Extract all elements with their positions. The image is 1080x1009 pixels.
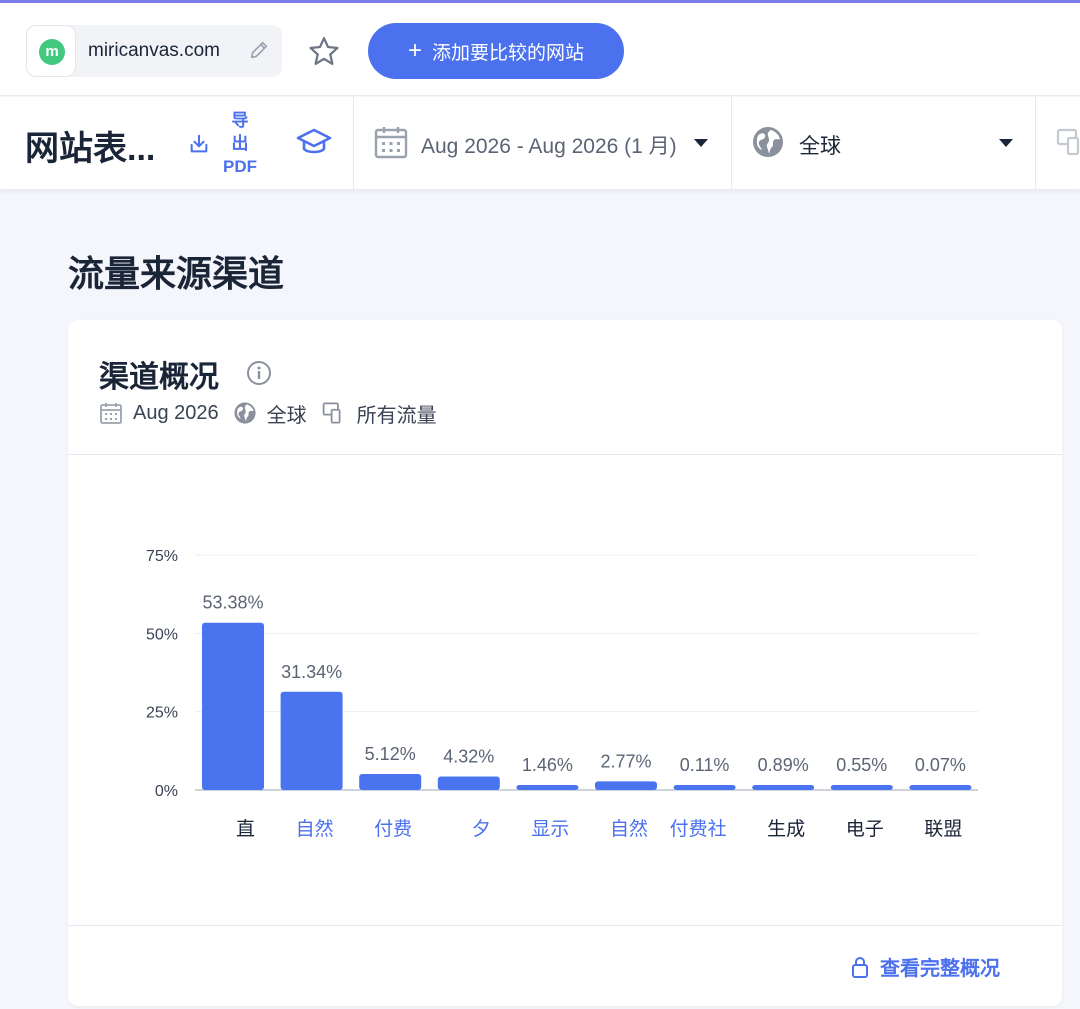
bar-value-label: 0.55% [836, 755, 887, 775]
card-title: 渠道概况 [99, 361, 219, 394]
toolbar-divider [353, 97, 354, 189]
x-category-label: 自然 [296, 818, 334, 840]
y-tick-label: 50% [146, 626, 178, 643]
report-toolbar: 网站表... 导 出 PDF Aug 2026 - Aug 2026 (1 月) [0, 97, 1080, 189]
export-pdf-button[interactable]: 导 出 PDF [216, 109, 264, 178]
devices-icon [322, 402, 341, 424]
bar [909, 785, 972, 790]
toolbar-divider [731, 97, 732, 189]
top-bar: m miricanvas.com + 添加要比较的网站 [0, 3, 1080, 96]
x-category-label: 付费 [374, 818, 412, 840]
export-label-line3: PDF [223, 157, 257, 176]
chevron-down-icon [694, 139, 708, 147]
x-category-label: 显示 [531, 819, 569, 840]
x-category-label: 生成 [767, 818, 805, 840]
y-tick-label: 0% [155, 783, 178, 800]
info-icon[interactable] [246, 360, 272, 386]
bar [437, 776, 500, 790]
bar [516, 785, 579, 790]
channel-overview-card: 渠道概况 Aug 2026 全球 所有流量 0% 25% 50% 75% 53.38% 直… [68, 320, 1062, 1006]
lock-icon [852, 956, 868, 978]
x-category-label: 夕 [472, 818, 491, 840]
plus-icon: + [407, 37, 422, 64]
bar-value-label: 0.11% [680, 755, 730, 775]
bar-value-label: 53.38% [202, 593, 263, 613]
calendar-icon [100, 403, 122, 424]
pencil-icon[interactable] [248, 39, 270, 61]
bar [359, 773, 422, 790]
bar-value-label: 0.07% [915, 755, 966, 775]
x-category-label: 联盟 [924, 818, 962, 840]
section-title: 流量来源渠道 [68, 253, 285, 294]
card-meta-row: Aug 2026 全球 所有流量 [99, 398, 451, 428]
graduation-cap-icon[interactable] [296, 127, 332, 159]
bar [595, 781, 657, 790]
devices-icon[interactable] [1056, 127, 1080, 157]
x-category-label: 付费社 [670, 818, 727, 840]
chevron-down-icon [999, 139, 1013, 147]
y-tick-label: 25% [146, 705, 178, 722]
channel-bar-chart: 0% 25% 50% 75% 53.38% 直 31.34% 自然 5.12% 付费 4.32% 夕 1… [146, 548, 978, 840]
card-divider [68, 925, 1062, 926]
globe-icon [753, 127, 783, 157]
bar [752, 785, 815, 790]
region-value: 全球 [799, 135, 841, 158]
site-logo-box: m [26, 25, 76, 77]
x-category-label: 直 [236, 818, 255, 840]
x-category-label: 自然 [610, 818, 648, 840]
view-full-overview-link[interactable]: 查看完整概况 [850, 952, 1000, 981]
globe-icon [234, 402, 256, 424]
calendar-icon [374, 127, 408, 159]
report-title: 网站表... [25, 130, 156, 168]
download-icon[interactable] [188, 133, 210, 155]
site-name: miricanvas.com [88, 40, 220, 61]
toolbar-divider [1035, 97, 1036, 189]
bar [830, 785, 893, 790]
export-label-line2: 出 [231, 134, 249, 153]
x-category-label: 电子 [846, 818, 884, 840]
star-icon[interactable] [306, 34, 342, 70]
site-logo-icon: m [39, 39, 65, 65]
site-chip[interactable]: m miricanvas.com [26, 25, 282, 77]
meta-traffic: 所有流量 [356, 404, 437, 427]
bar [202, 622, 264, 790]
meta-date: Aug 2026 [133, 401, 219, 424]
add-compare-label: 添加要比较的网站 [432, 42, 585, 64]
bar [280, 691, 343, 790]
bar [673, 785, 736, 790]
view-full-overview-label: 查看完整概况 [880, 958, 1000, 980]
export-label-line1: 导 [231, 111, 249, 130]
bar-value-label: 31.34% [281, 662, 342, 682]
bar-value-label: 1.46% [522, 755, 573, 775]
date-range-value: Aug 2026 - Aug 2026 (1 月) [421, 135, 677, 158]
bar-value-label: 5.12% [365, 744, 416, 764]
y-tick-label: 75% [146, 548, 178, 565]
meta-region: 全球 [266, 404, 307, 427]
add-compare-site-button[interactable]: + 添加要比较的网站 [368, 23, 624, 79]
bar-value-label: 4.32% [443, 746, 494, 766]
bar-value-label: 0.89% [758, 755, 809, 775]
bar-value-label: 2.77% [600, 751, 651, 771]
